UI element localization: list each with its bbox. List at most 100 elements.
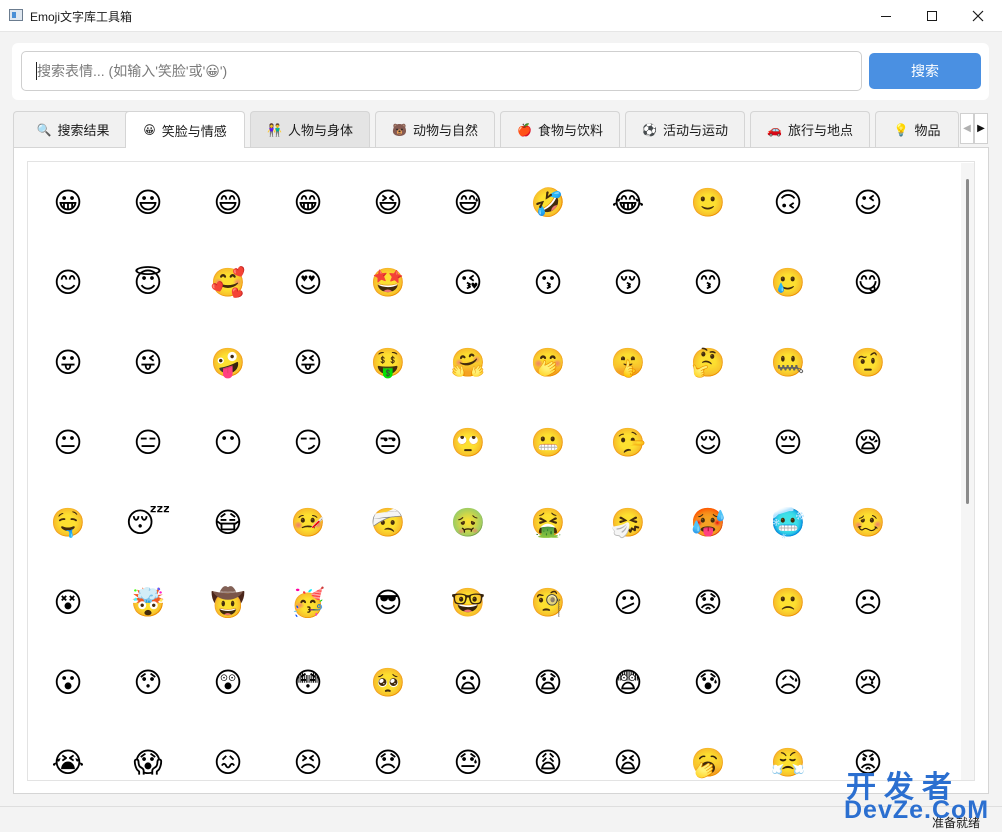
emoji-cell[interactable]: 😄 [188,163,268,243]
emoji-cell[interactable]: 😮 [28,643,108,723]
emoji-cell[interactable]: 🥰 [188,243,268,323]
emoji-cell[interactable]: 😇 [108,243,188,323]
emoji-cell[interactable]: 😩 [508,723,588,780]
emoji-cell[interactable]: 🙂 [668,163,748,243]
emoji-cell[interactable]: 😉 [828,163,908,243]
emoji-cell[interactable]: 🤐 [748,323,828,403]
emoji-cell[interactable]: 😱 [108,723,188,780]
emoji-cell[interactable]: 🤕 [348,483,428,563]
emoji-cell[interactable]: 😵 [28,563,108,643]
tab-scroll-left-button[interactable]: ◀ [960,113,974,144]
emoji-cell[interactable]: 😙 [668,243,748,323]
tab-search-results[interactable]: 🔍 搜索结果 [13,111,133,147]
emoji-cell[interactable]: 😟 [668,563,748,643]
emoji-cell[interactable]: 😐 [28,403,108,483]
emoji-cell[interactable]: 😏 [268,403,348,483]
emoji-cell[interactable]: 🙁 [748,563,828,643]
emoji-cell[interactable]: 🤫 [588,323,668,403]
emoji-cell[interactable]: 🥵 [668,483,748,563]
search-button[interactable]: 搜索 [869,53,981,89]
emoji-cell[interactable]: 😂 [588,163,668,243]
emoji-cell[interactable]: ☹ [828,563,908,643]
emoji-cell[interactable]: 😕 [588,563,668,643]
emoji-cell[interactable]: 😅 [428,163,508,243]
emoji-cell[interactable]: 🤤 [28,483,108,563]
emoji-cell[interactable]: 🤭 [508,323,588,403]
emoji-cell[interactable]: 🤩 [348,243,428,323]
emoji-cell[interactable]: 😝 [268,323,348,403]
vertical-scrollbar[interactable] [961,163,974,780]
emoji-cell[interactable]: 😥 [748,643,828,723]
emoji-cell[interactable]: 😧 [508,643,588,723]
emoji-cell[interactable]: 😯 [108,643,188,723]
maximize-button[interactable] [909,0,955,32]
emoji-cell[interactable]: 😶 [188,403,268,483]
emoji-cell[interactable]: 🤑 [348,323,428,403]
emoji-cell[interactable]: 😖 [188,723,268,780]
tab-scroll-right-button[interactable]: ▶ [974,113,988,144]
emoji-cell[interactable]: 😊 [28,243,108,323]
emoji-cell[interactable]: 😦 [428,643,508,723]
emoji-cell[interactable]: 🥲 [748,243,828,323]
emoji-cell[interactable]: 😛 [28,323,108,403]
emoji-cell[interactable]: 😃 [108,163,188,243]
emoji-cell[interactable]: 😗 [508,243,588,323]
emoji-cell[interactable]: 😎 [348,563,428,643]
emoji-cell[interactable]: 😍 [268,243,348,323]
emoji-cell[interactable]: 🤮 [508,483,588,563]
emoji-cell[interactable]: 😓 [428,723,508,780]
emoji-cell[interactable]: 🤪 [188,323,268,403]
tab-food-drink[interactable]: 🍎 食物与饮料 [500,111,620,147]
emoji-cell[interactable]: 😀 [28,163,108,243]
emoji-cell[interactable]: 😑 [108,403,188,483]
emoji-cell[interactable]: 🤧 [588,483,668,563]
emoji-cell[interactable]: 🤒 [268,483,348,563]
emoji-cell[interactable]: 😆 [348,163,428,243]
emoji-cell[interactable]: 😁 [268,163,348,243]
emoji-cell[interactable]: 🤨 [828,323,908,403]
emoji-cell[interactable]: 😣 [268,723,348,780]
emoji-cell[interactable]: 😨 [588,643,668,723]
emoji-cell[interactable]: 😰 [668,643,748,723]
emoji-cell[interactable]: 🤣 [508,163,588,243]
scrollbar-thumb[interactable] [966,179,969,504]
emoji-cell[interactable]: 🤓 [428,563,508,643]
emoji-cell[interactable]: 😳 [268,643,348,723]
emoji-cell[interactable]: 😋 [828,243,908,323]
emoji-cell[interactable]: 😫 [588,723,668,780]
emoji-cell[interactable]: 😒 [348,403,428,483]
emoji-cell[interactable]: 😌 [668,403,748,483]
emoji-cell[interactable]: 😘 [428,243,508,323]
minimize-button[interactable] [863,0,909,32]
emoji-cell[interactable]: 😜 [108,323,188,403]
emoji-cell[interactable]: 🥳 [268,563,348,643]
search-input[interactable]: 搜索表情... (如输入'笑脸'或'😀') [21,51,862,91]
emoji-cell[interactable]: 😬 [508,403,588,483]
emoji-cell[interactable]: 😢 [828,643,908,723]
emoji-cell[interactable]: 🤯 [108,563,188,643]
tab-animals-nature[interactable]: 🐻 动物与自然 [375,111,495,147]
close-button[interactable] [955,0,1001,32]
tab-people-body[interactable]: 👫 人物与身体 [250,111,370,147]
tab-smileys-emotion[interactable]: 😀 笑脸与情感 [125,111,245,148]
emoji-cell[interactable]: 😚 [588,243,668,323]
tab-travel-places[interactable]: 🚗 旅行与地点 [750,111,870,147]
tab-objects[interactable]: 💡 物品 [875,111,959,147]
emoji-cell[interactable]: 🥶 [748,483,828,563]
tab-activities[interactable]: ⚽ 活动与运动 [625,111,745,147]
emoji-cell[interactable]: 😤 [748,723,828,780]
emoji-cell[interactable]: 🙄 [428,403,508,483]
emoji-cell[interactable]: 🤗 [428,323,508,403]
emoji-cell[interactable]: 🥴 [828,483,908,563]
emoji-cell[interactable]: 🧐 [508,563,588,643]
emoji-cell[interactable]: 😔 [748,403,828,483]
emoji-cell[interactable]: 😴 [108,483,188,563]
emoji-cell[interactable]: 😭 [28,723,108,780]
emoji-cell[interactable]: 🙃 [748,163,828,243]
emoji-cell[interactable]: 🤔 [668,323,748,403]
emoji-cell[interactable]: 🥱 [668,723,748,780]
emoji-cell[interactable]: 😪 [828,403,908,483]
emoji-cell[interactable]: 😷 [188,483,268,563]
emoji-cell[interactable]: 😞 [348,723,428,780]
emoji-cell[interactable]: 🤥 [588,403,668,483]
